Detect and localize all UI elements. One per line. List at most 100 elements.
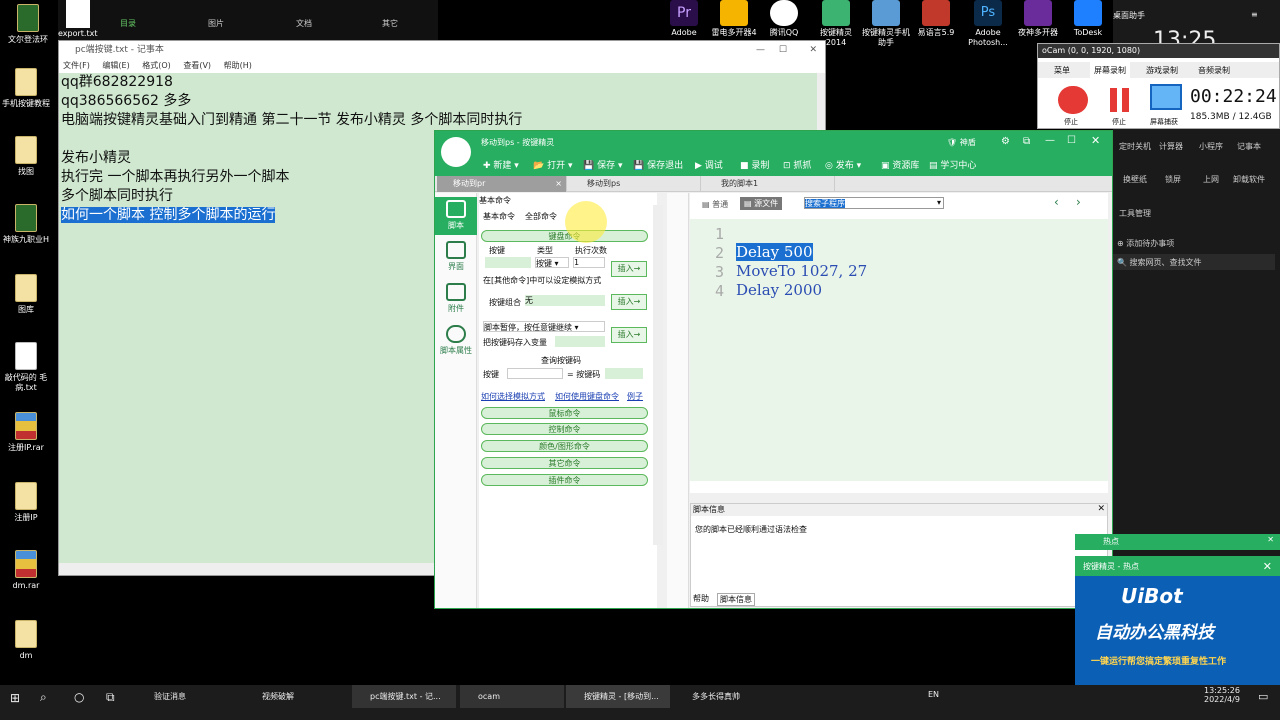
count-input[interactable]: 1 xyxy=(573,257,605,268)
clock[interactable]: 13:25:26 2022/4/9 xyxy=(1204,686,1240,704)
help-link[interactable]: 如何使用键盘命令 xyxy=(555,391,619,402)
desktop-app-icon[interactable]: 雷电多开器4 xyxy=(710,0,758,38)
taskbar-item[interactable]: 验证消息 xyxy=(136,685,240,708)
menu-view[interactable]: 查看(V) xyxy=(183,61,211,70)
desktop-icon[interactable]: 神族九职业H xyxy=(0,204,56,245)
search-input[interactable]: 🔍 搜索网页、查找文件 xyxy=(1113,254,1275,270)
notepad-titlebar[interactable]: pc端按键.txt - 记事本 — ☐ ✕ xyxy=(59,41,825,59)
taskbar-item[interactable]: ocam xyxy=(460,685,564,708)
fence-tab[interactable]: 其它 xyxy=(382,18,398,29)
tab-all[interactable]: 全部命令 xyxy=(525,211,557,222)
view-normal[interactable]: ▤ 普通 xyxy=(702,199,728,210)
window-mode-icon[interactable]: ⧉ xyxy=(1023,136,1030,147)
mouse-command-group[interactable]: 鼠标命令 xyxy=(481,407,648,419)
control-command-group[interactable]: 控制命令 xyxy=(481,423,648,435)
nav-script[interactable]: 脚本 xyxy=(435,197,477,235)
menu-icon[interactable]: ≡ xyxy=(1251,10,1258,19)
insert-button[interactable]: 插入→ xyxy=(611,294,647,310)
gear-icon[interactable]: ⚙ xyxy=(1001,136,1010,147)
combo-input[interactable]: 无 xyxy=(525,295,605,306)
capture-icon[interactable] xyxy=(1150,84,1182,110)
menu-edit[interactable]: 编辑(E) xyxy=(102,61,129,70)
menu-file[interactable]: 文件(F) xyxy=(63,61,90,70)
hot-bar[interactable]: 热点 ✕ xyxy=(1075,534,1280,550)
example-link[interactable]: 例子 xyxy=(627,391,643,402)
key-input[interactable] xyxy=(485,257,531,268)
color-command-group[interactable]: 颜色/图形命令 xyxy=(481,440,648,452)
desktop-app-icon[interactable]: 按键精灵手机 助手 xyxy=(862,0,910,48)
chevron-left-icon[interactable]: ‹ xyxy=(1054,195,1059,209)
tool-item[interactable]: 小程序 xyxy=(1199,141,1223,152)
ocam-tab[interactable]: 屏幕录制 xyxy=(1090,62,1130,78)
desktop-icon[interactable]: 注册IP xyxy=(0,482,56,523)
desktop-icon[interactable]: dm xyxy=(0,620,56,661)
save-button[interactable]: 💾 保存 ▾ xyxy=(583,158,622,171)
menu-help[interactable]: 帮助(H) xyxy=(224,61,252,70)
fence-tab[interactable]: 文档 xyxy=(296,18,312,29)
nav-attachment[interactable]: 附件 xyxy=(435,283,477,314)
task-view-icon[interactable]: ⧉ xyxy=(106,690,115,705)
maximize-icon[interactable]: ☐ xyxy=(1067,135,1076,146)
open-button[interactable]: 📂 打开 ▾ xyxy=(533,158,572,171)
search-icon[interactable]: ⌕ xyxy=(40,690,47,705)
debug-button[interactable]: ▶ 调试 xyxy=(695,158,723,171)
tab-script-info[interactable]: 脚本信息 xyxy=(717,593,755,606)
desktop-icon[interactable]: 文尔登法环 xyxy=(0,4,58,45)
minimize-icon[interactable]: — xyxy=(1045,135,1055,146)
ocam-tab[interactable]: 游戏录制 xyxy=(1146,65,1178,76)
ocam-tab[interactable]: 菜单 xyxy=(1054,65,1070,76)
desktop-icon[interactable]: dm.rar xyxy=(0,550,56,591)
code-area[interactable]: 1 2 3 4 Delay 500 MoveTo 1027, 27 Delay … xyxy=(690,219,1108,481)
desktop-icon[interactable]: 图库 xyxy=(0,274,56,315)
tool-item[interactable]: 卸载软件 xyxy=(1233,174,1265,185)
taskbar-item[interactable]: 视频破解 xyxy=(244,685,348,708)
input-language[interactable]: EN xyxy=(928,690,939,699)
close-icon[interactable]: ✕ xyxy=(1091,134,1100,147)
export-file-icon[interactable] xyxy=(66,0,90,28)
pause-icon[interactable] xyxy=(1106,86,1134,114)
nav-properties[interactable]: 脚本属性 xyxy=(435,325,477,356)
menu-format[interactable]: 格式(O) xyxy=(142,61,171,70)
desktop-icon[interactable]: 手机按键教程 xyxy=(0,68,56,109)
pause-select[interactable]: 脚本暂停，按任意键继续 ▾ xyxy=(483,321,605,332)
close-icon[interactable]: ✕ xyxy=(1267,535,1274,544)
tab-script[interactable]: 移动到pr × xyxy=(437,176,567,192)
tool-item[interactable]: 计算器 xyxy=(1159,141,1183,152)
capture-button[interactable]: ⊡ 抓抓 xyxy=(783,158,811,171)
tool-manage[interactable]: 工具管理 xyxy=(1119,208,1151,219)
insert-button[interactable]: 插入→ xyxy=(611,261,647,277)
help-link[interactable]: 如何选择模拟方式 xyxy=(481,391,545,402)
plugin-command-group[interactable]: 插件命令 xyxy=(481,474,648,486)
nav-ui[interactable]: 界面 xyxy=(435,241,477,272)
chevron-right-icon[interactable]: › xyxy=(1076,195,1081,209)
variable-input[interactable] xyxy=(555,336,605,347)
windows-icon[interactable]: ⊞ xyxy=(10,691,20,705)
close-icon[interactable]: ✕ xyxy=(1097,504,1105,514)
tool-item[interactable]: 上网 xyxy=(1203,174,1219,185)
fence-tab[interactable]: 目录 xyxy=(120,18,136,29)
todo-add[interactable]: ⊕ 添加待办事项 xyxy=(1117,238,1174,249)
view-source[interactable]: ▤ 源文件 xyxy=(740,197,783,210)
maximize-icon[interactable]: ☐ xyxy=(779,41,787,59)
insert-button[interactable]: 插入→ xyxy=(611,327,647,343)
desktop-icon[interactable]: 找图 xyxy=(0,136,56,177)
tool-item[interactable]: 记事本 xyxy=(1237,141,1261,152)
minimize-icon[interactable]: — xyxy=(756,41,765,59)
desktop-app-icon[interactable]: Ps Adobe Photosh... xyxy=(964,0,1012,48)
keyboard-command-group[interactable]: 键盘命令 xyxy=(481,230,648,242)
query-key-input[interactable] xyxy=(507,368,563,379)
desktop-app-icon[interactable]: 腾讯QQ xyxy=(760,0,808,38)
close-icon[interactable]: ✕ xyxy=(809,41,817,59)
desktop-app-icon[interactable]: 易语言5.9 xyxy=(912,0,960,38)
publish-button[interactable]: ◎ 发布 ▾ xyxy=(825,158,861,171)
record-button[interactable]: ■ 录制 xyxy=(740,158,769,171)
sub-search-select[interactable]: 搜索子程序 ▾ xyxy=(804,197,944,209)
type-select[interactable]: 按键 ▾ xyxy=(535,257,569,268)
panel-scrollbar[interactable] xyxy=(653,205,663,545)
tool-item[interactable]: 换壁纸 xyxy=(1123,174,1147,185)
record-stop-button[interactable] xyxy=(1058,86,1088,114)
taskbar-item[interactable]: 多多长得真帅 xyxy=(674,685,778,708)
desktop-icon[interactable]: 注册IP.rar xyxy=(0,412,56,453)
resource-button[interactable]: ▣ 资源库 xyxy=(881,158,919,171)
taskbar-item[interactable]: pc端按键.txt - 记... xyxy=(352,685,456,708)
